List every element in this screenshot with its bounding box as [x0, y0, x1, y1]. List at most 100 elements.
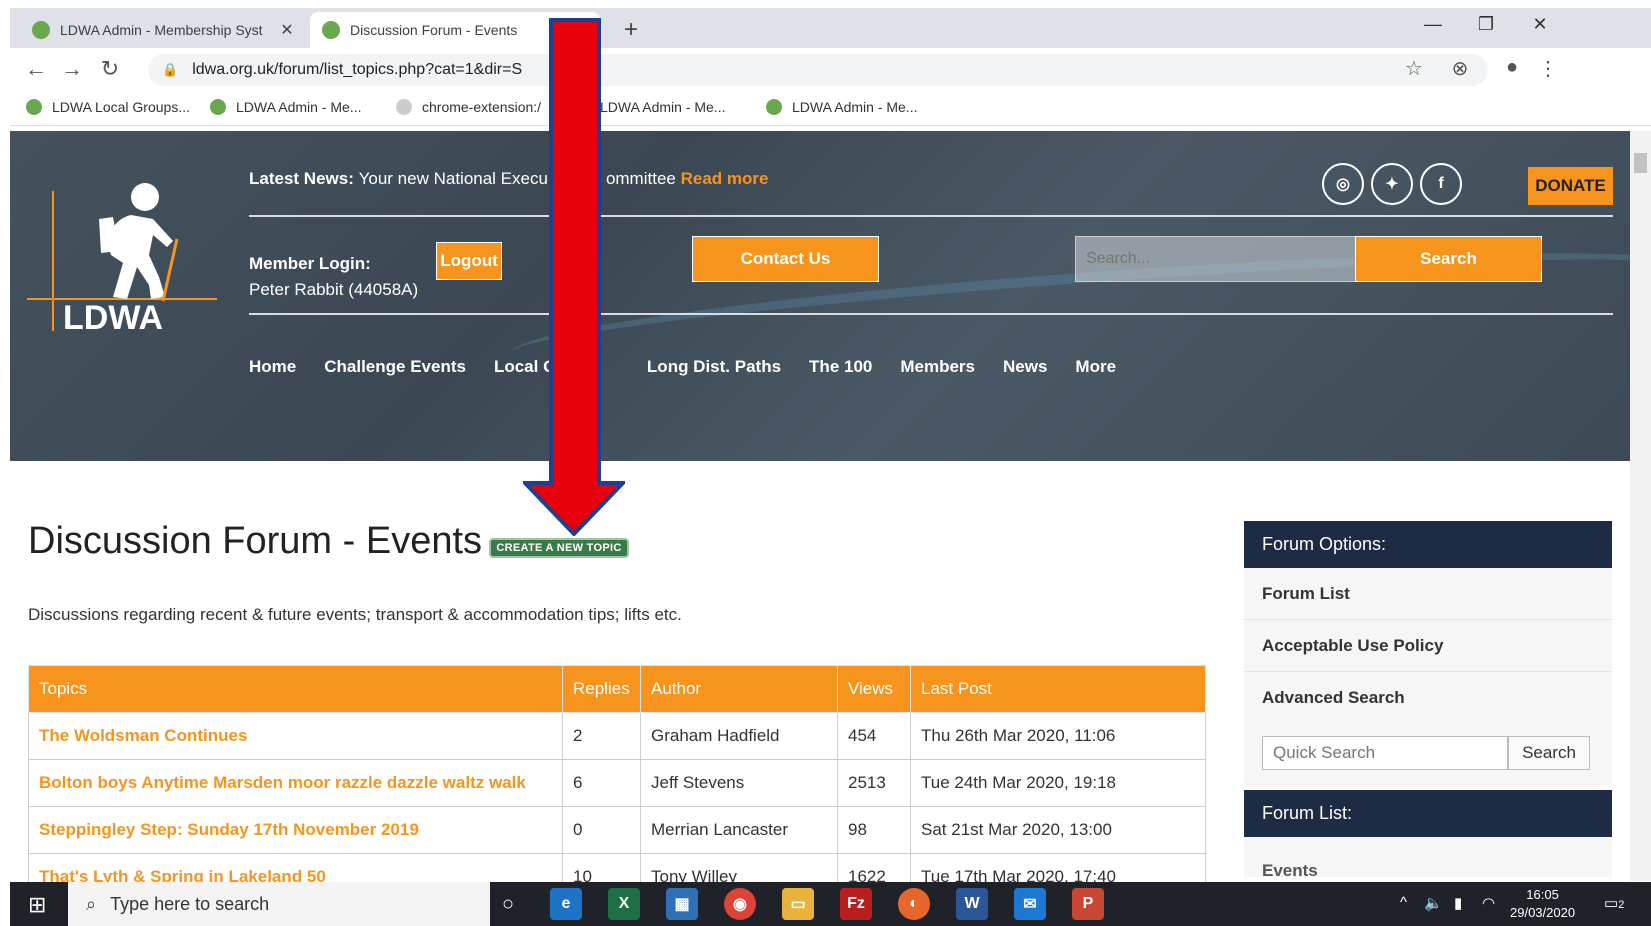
donate-button[interactable]: DONATE [1528, 167, 1613, 205]
profile-icon[interactable]: ● [1498, 56, 1526, 79]
divider [249, 215, 1613, 217]
bookmark-item[interactable]: LDWA Admin - Me... [210, 99, 362, 115]
forum-description: Discussions regarding recent & future ev… [28, 605, 682, 624]
restore-icon[interactable]: ❐ [1466, 14, 1506, 35]
topic-link[interactable]: Steppingley Step: Sunday 17th November 2… [28, 806, 563, 854]
battery-icon[interactable]: ▮ [1454, 894, 1462, 912]
views-count: 98 [837, 806, 911, 854]
ldwa-logo[interactable]: LDWA [27, 181, 217, 341]
table-row: Steppingley Step: Sunday 17th November 2… [28, 806, 1206, 854]
file-explorer-icon[interactable]: ▭ [782, 888, 814, 920]
quick-search-form: Search [1244, 724, 1612, 786]
extension-icon[interactable]: ⊗ [1446, 56, 1474, 81]
logout-button[interactable]: Logout [436, 242, 502, 280]
volume-icon[interactable]: 🔈 [1424, 894, 1443, 912]
menu-icon[interactable]: ⋮ [1534, 56, 1562, 81]
main-nav: Home Challenge Events Local Gr Long Dist… [249, 357, 1116, 377]
contact-us-button[interactable]: Contact Us [692, 236, 879, 282]
back-icon[interactable]: ← [22, 56, 50, 82]
divider [249, 313, 1613, 315]
sidebar-item-advanced-search[interactable]: Advanced Search [1244, 672, 1612, 724]
close-window-icon[interactable]: ✕ [1520, 14, 1560, 35]
bookmark-item[interactable]: chrome-extension:/ [396, 99, 541, 115]
chrome-icon[interactable]: ◉ [724, 888, 756, 920]
page-scrollbar[interactable] [1630, 131, 1651, 881]
nav-home[interactable]: Home [249, 357, 296, 377]
column-last-post[interactable]: Last Post [910, 665, 1206, 713]
read-more-link[interactable]: Read more [681, 169, 769, 188]
bookmark-item[interactable]: LDWA Admin - Me... [766, 99, 918, 115]
minimize-icon[interactable]: — [1413, 14, 1453, 35]
ldwa-favicon-icon [26, 99, 42, 115]
publisher-icon[interactable]: P [1072, 888, 1104, 920]
nav-challenge-events[interactable]: Challenge Events [324, 357, 466, 377]
create-new-topic-button[interactable]: CREATE A NEW TOPIC [489, 538, 629, 558]
tab-title: LDWA Admin - Membership Syst [60, 22, 263, 38]
views-count: 2513 [837, 759, 911, 807]
scrollbar-thumb[interactable] [1634, 153, 1647, 173]
topic-link[interactable]: Bolton boys Anytime Marsden moor razzle … [28, 759, 563, 807]
twitter-icon[interactable]: ✦ [1371, 163, 1413, 205]
member-name: Peter Rabbit (44058A) [249, 280, 419, 299]
column-views[interactable]: Views [837, 665, 911, 713]
browser-tab-admin[interactable]: LDWA Admin - Membership Syst ✕ [20, 12, 308, 48]
column-replies[interactable]: Replies [562, 665, 641, 713]
windows-taskbar: ⊞ ⌕ Type here to search ○ e X ▦ ◉ ▭ Fz ◐… [10, 882, 1651, 926]
forum-list-item[interactable]: Events [1244, 837, 1612, 877]
close-tab-icon[interactable]: ✕ [278, 20, 296, 40]
edge-icon[interactable]: e [550, 888, 582, 920]
site-search-button[interactable]: Search [1355, 236, 1542, 282]
url-text: ldwa.org.uk/forum/list_topics.php?cat=1&… [192, 61, 523, 78]
lock-icon: 🔒 [162, 62, 179, 77]
bookmark-star-icon[interactable]: ☆ [1400, 56, 1428, 81]
mail-icon[interactable]: ✉ [1014, 888, 1046, 920]
forum-options-heading: Forum Options: [1244, 521, 1612, 568]
notification-icon[interactable]: ▭2 [1604, 894, 1624, 912]
nav-members[interactable]: Members [900, 357, 975, 377]
quick-search-button[interactable]: Search [1508, 736, 1590, 770]
topic-link[interactable]: The Woldsman Continues [28, 712, 563, 760]
address-bar[interactable]: 🔒 ldwa.org.uk/forum/list_topics.php?cat=… [148, 54, 1488, 86]
forum-list-heading: Forum List: [1244, 790, 1612, 837]
excel-icon[interactable]: X [608, 888, 640, 920]
clock-time: 16:05 [1526, 887, 1559, 902]
search-icon: ⌕ [86, 893, 97, 914]
extension-favicon-icon [396, 99, 412, 115]
nav-more[interactable]: More [1075, 357, 1116, 377]
instagram-icon[interactable]: ◎ [1322, 163, 1364, 205]
nav-long-dist-paths[interactable]: Long Dist. Paths [647, 357, 781, 377]
column-topics[interactable]: Topics [28, 665, 563, 713]
column-author[interactable]: Author [640, 665, 838, 713]
notification-count: 2 [1618, 899, 1625, 911]
facebook-icon[interactable]: f [1420, 163, 1462, 205]
author-name: Jeff Stevens [640, 759, 838, 807]
wifi-icon[interactable]: ◠ [1482, 894, 1495, 912]
taskbar-search-placeholder: Type here to search [110, 893, 270, 914]
taskbar-search-box[interactable]: ⌕ Type here to search [68, 882, 490, 926]
firefox-icon[interactable]: ◐ [898, 888, 930, 920]
quick-search-input[interactable] [1262, 736, 1508, 770]
nav-the-100[interactable]: The 100 [809, 357, 872, 377]
last-post-date: Tue 24th Mar 2020, 19:18 [910, 759, 1206, 807]
topics-table: Topics Replies Author Views Last Post Th… [28, 665, 1206, 901]
forum-sidebar: Forum Options: Forum List Acceptable Use… [1244, 521, 1612, 877]
ldwa-favicon-icon [322, 21, 340, 39]
last-post-date: Sat 21st Mar 2020, 13:00 [910, 806, 1206, 854]
sidebar-item-acceptable-use[interactable]: Acceptable Use Policy [1244, 620, 1612, 672]
author-name: Graham Hadfield [640, 712, 838, 760]
filezilla-icon[interactable]: Fz [840, 888, 872, 920]
bookmark-item[interactable]: LDWA Local Groups... [26, 99, 190, 115]
forward-icon[interactable]: → [58, 56, 86, 82]
calculator-icon[interactable]: ▦ [666, 888, 698, 920]
reload-icon[interactable]: ↻ [96, 56, 124, 82]
browser-toolbar: ← → ↻ 🔒 ldwa.org.uk/forum/list_topics.ph… [10, 48, 1651, 92]
sidebar-item-forum-list[interactable]: Forum List [1244, 568, 1612, 620]
cortana-icon[interactable]: ○ [492, 888, 524, 920]
tray-chevron-icon[interactable]: ^ [1400, 894, 1407, 911]
replies-count: 0 [562, 806, 641, 854]
windows-start-icon[interactable]: ⊞ [28, 892, 46, 918]
word-icon[interactable]: W [956, 888, 988, 920]
system-clock[interactable]: 16:05 29/03/2020 [1510, 886, 1575, 922]
site-search-input[interactable] [1075, 236, 1387, 282]
nav-news[interactable]: News [1003, 357, 1047, 377]
